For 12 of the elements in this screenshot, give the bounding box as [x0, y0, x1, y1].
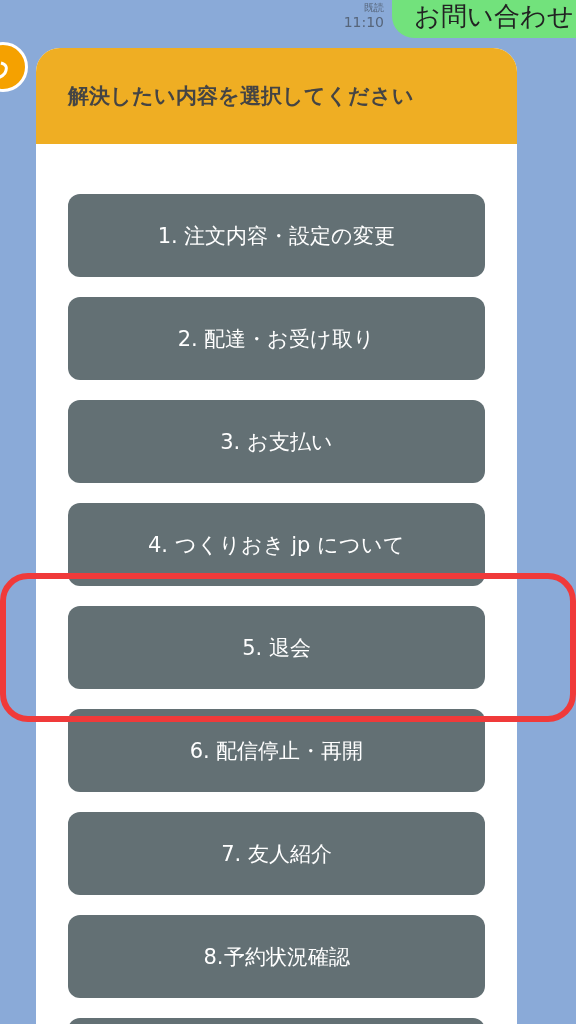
read-receipt: 既読	[364, 2, 384, 14]
menu-option-button[interactable]: 2. 配達・お受け取り	[68, 297, 485, 380]
menu-option-button[interactable]: 7. 友人紹介	[68, 812, 485, 895]
message-bubble: お問い合わせ	[392, 0, 576, 38]
menu-option-button[interactable]: 3. お支払い	[68, 400, 485, 483]
menu-option-button[interactable]: 4. つくりおき jp について	[68, 503, 485, 586]
card-title: 解決したい内容を選択してください	[36, 48, 517, 144]
menu-option-button[interactable]: 6. 配信停止・再開	[68, 709, 485, 792]
menu-option-button[interactable]: 1. 注文内容・設定の変更	[68, 194, 485, 277]
message-time: 11:10	[343, 14, 384, 30]
menu-option-button[interactable]: 8.予約状況確認	[68, 915, 485, 998]
menu-option-button[interactable]: 5. 退会	[68, 606, 485, 689]
